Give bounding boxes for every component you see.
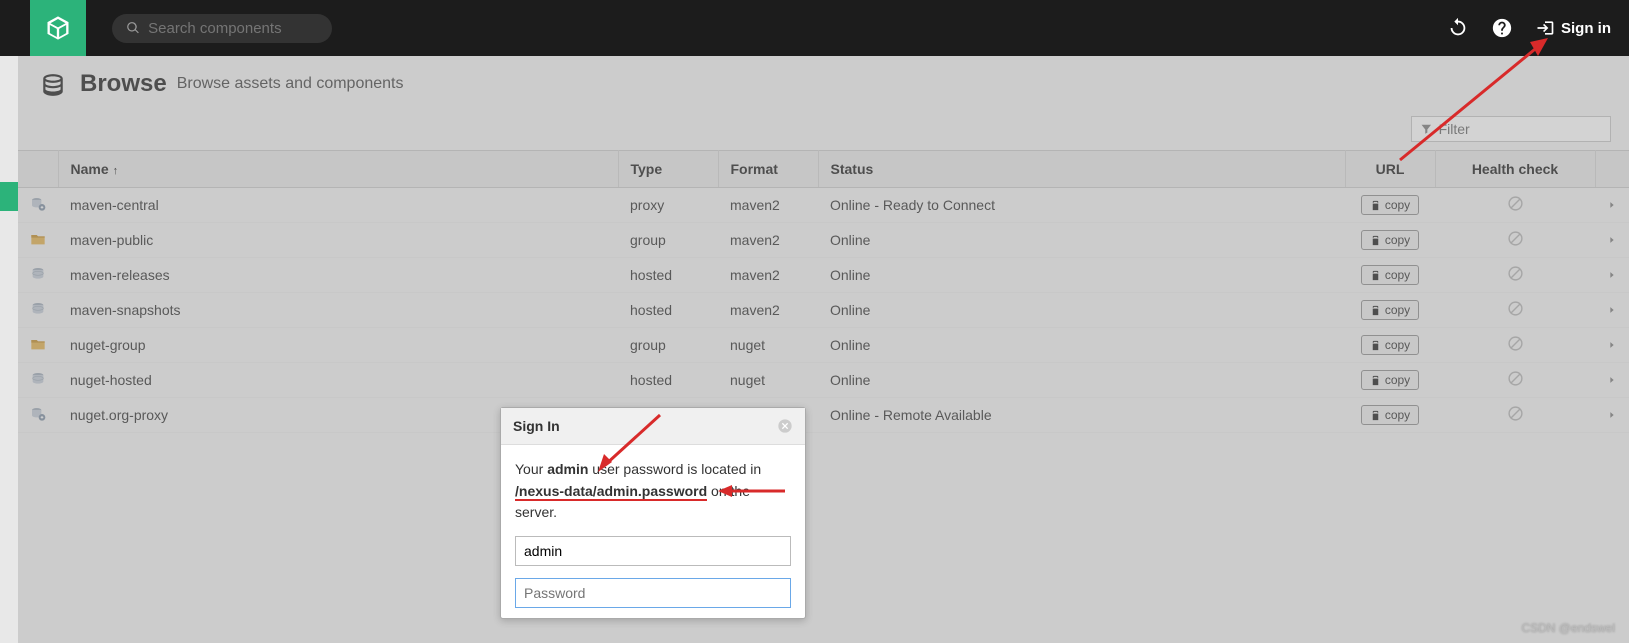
logo[interactable] (30, 0, 86, 56)
filter-input[interactable] (1439, 121, 1602, 137)
table-row[interactable]: maven-snapshots hosted maven2 Online cop… (18, 293, 1629, 328)
repo-format: maven2 (718, 293, 818, 328)
signin-label: Sign in (1561, 20, 1611, 37)
signin-modal: Sign In Your admin user password is loca… (500, 407, 806, 619)
col-type[interactable]: Type (618, 151, 718, 188)
chevron-right-icon[interactable] (1595, 223, 1629, 258)
close-icon[interactable] (777, 418, 793, 434)
repo-status: Online - Ready to Connect (818, 188, 1345, 223)
repo-type: group (618, 223, 718, 258)
repo-status: Online (818, 363, 1345, 398)
database-icon (40, 72, 66, 98)
repo-status: Online (818, 328, 1345, 363)
repo-status: Online (818, 258, 1345, 293)
repo-type: group (618, 328, 718, 363)
col-format[interactable]: Format (718, 151, 818, 188)
copy-button[interactable]: copy (1361, 370, 1419, 390)
page-title: Browse (80, 70, 167, 98)
signin-button[interactable]: Sign in (1535, 18, 1611, 38)
chevron-right-icon[interactable] (1595, 328, 1629, 363)
filter-box[interactable] (1411, 116, 1611, 142)
copy-button[interactable]: copy (1361, 300, 1419, 320)
repo-format: nuget (718, 328, 818, 363)
copy-button[interactable]: copy (1361, 405, 1419, 425)
chevron-right-icon[interactable] (1595, 293, 1629, 328)
health-icon (1435, 398, 1595, 433)
top-bar: Sign in (0, 0, 1629, 56)
sidebar-accent (0, 182, 18, 211)
chevron-right-icon[interactable] (1595, 258, 1629, 293)
refresh-icon[interactable] (1447, 17, 1469, 39)
repo-type-icon (18, 328, 58, 363)
modal-message: Your admin user password is located in /… (515, 459, 791, 524)
search-input[interactable] (148, 20, 318, 37)
repo-type: hosted (618, 293, 718, 328)
repo-status: Online (818, 223, 1345, 258)
health-icon (1435, 363, 1595, 398)
password-field[interactable] (515, 578, 791, 608)
table-row[interactable]: maven-central proxy maven2 Online - Read… (18, 188, 1629, 223)
repo-name: nuget-hosted (58, 363, 618, 398)
username-field[interactable] (515, 536, 791, 566)
copy-button[interactable]: copy (1361, 265, 1419, 285)
health-icon (1435, 293, 1595, 328)
chevron-right-icon[interactable] (1595, 188, 1629, 223)
table-row[interactable]: nuget.org-proxy proxy nuget Online - Rem… (18, 398, 1629, 433)
repo-status: Online (818, 293, 1345, 328)
copy-button[interactable]: copy (1361, 230, 1419, 250)
signin-icon (1535, 18, 1555, 38)
repo-type: hosted (618, 363, 718, 398)
repo-format: maven2 (718, 188, 818, 223)
repo-type-icon (18, 258, 58, 293)
repo-format: maven2 (718, 258, 818, 293)
page-subtitle: Browse assets and components (177, 75, 404, 93)
chevron-right-icon[interactable] (1595, 363, 1629, 398)
repo-name: maven-snapshots (58, 293, 618, 328)
repo-type-icon (18, 223, 58, 258)
repo-format: nuget (718, 363, 818, 398)
help-icon[interactable] (1491, 17, 1513, 39)
chevron-right-icon[interactable] (1595, 398, 1629, 433)
table-row[interactable]: nuget-group group nuget Online copy (18, 328, 1629, 363)
page-header: Browse Browse assets and components (18, 56, 1629, 112)
repo-status: Online - Remote Available (818, 398, 1345, 433)
repo-type-icon (18, 293, 58, 328)
table-row[interactable]: nuget-hosted hosted nuget Online copy (18, 363, 1629, 398)
col-name[interactable]: Name↑ (58, 151, 618, 188)
repo-name: maven-public (58, 223, 618, 258)
search-box[interactable] (112, 14, 332, 43)
filter-icon (1420, 122, 1433, 136)
repo-name: maven-central (58, 188, 618, 223)
modal-title: Sign In (513, 418, 560, 434)
table-row[interactable]: maven-public group maven2 Online copy (18, 223, 1629, 258)
repo-type-icon (18, 188, 58, 223)
copy-button[interactable]: copy (1361, 335, 1419, 355)
repo-type-icon (18, 398, 58, 433)
watermark: CSDN @endswel (1521, 621, 1615, 635)
col-status[interactable]: Status (818, 151, 1345, 188)
health-icon (1435, 328, 1595, 363)
repo-type-icon (18, 363, 58, 398)
repo-name: maven-releases (58, 258, 618, 293)
col-health[interactable]: Health check (1435, 151, 1595, 188)
copy-button[interactable]: copy (1361, 195, 1419, 215)
health-icon (1435, 188, 1595, 223)
repo-format: maven2 (718, 223, 818, 258)
cube-icon (44, 14, 72, 42)
sidebar-strip (0, 56, 18, 643)
repo-table: Name↑ Type Format Status URL Health chec… (18, 150, 1629, 433)
repo-type: hosted (618, 258, 718, 293)
col-url[interactable]: URL (1345, 151, 1435, 188)
table-row[interactable]: maven-releases hosted maven2 Online copy (18, 258, 1629, 293)
repo-name: nuget-group (58, 328, 618, 363)
repo-type: proxy (618, 188, 718, 223)
health-icon (1435, 223, 1595, 258)
search-icon (126, 20, 140, 36)
health-icon (1435, 258, 1595, 293)
